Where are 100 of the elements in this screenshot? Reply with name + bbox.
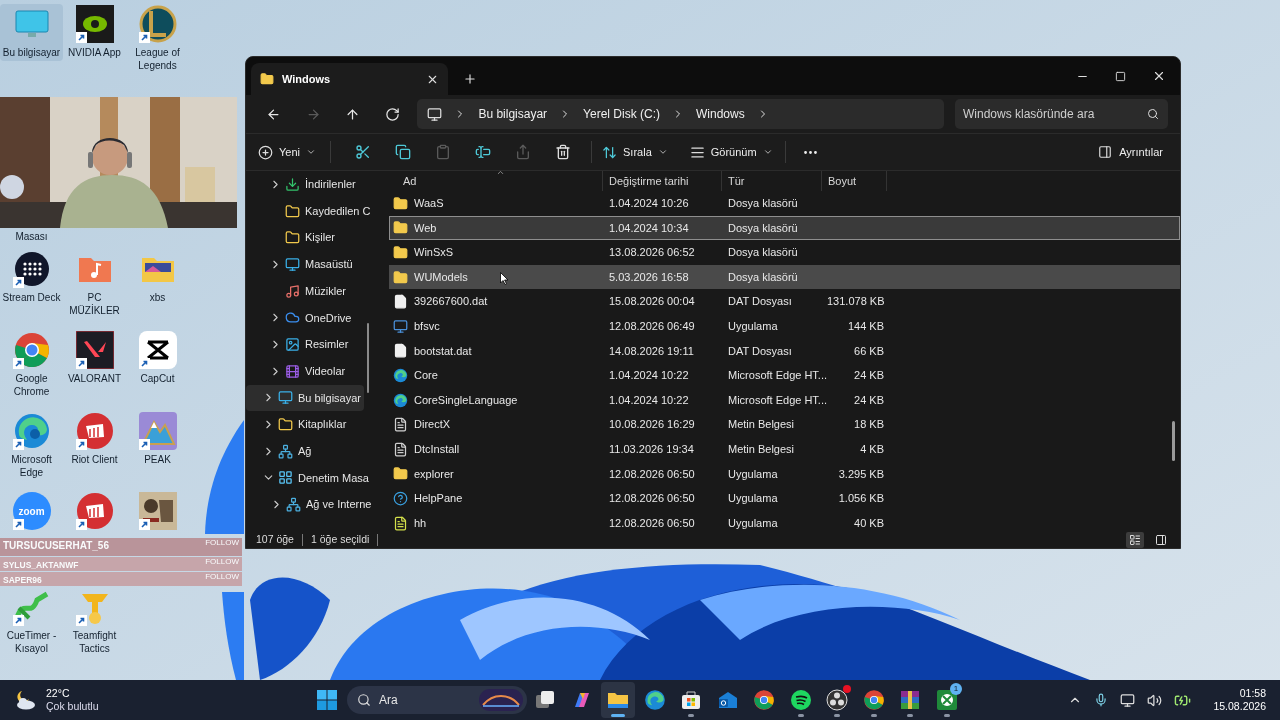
details-pane-button[interactable]: Ayrıntılar [1098, 137, 1163, 167]
clock[interactable]: 01:58 15.08.2026 [1213, 687, 1266, 713]
desktop-icon[interactable]: CueTimer - Kısayol [0, 587, 63, 657]
file-row[interactable]: DirectX 10.08.2026 16:29 Metin Belgesi 18 KB [389, 412, 1180, 437]
file-name: DirectX [414, 417, 451, 433]
file-row[interactable]: Core 1.04.2024 10:22 Microsoft Edge HT... 24 KB [389, 363, 1180, 388]
file-row[interactable]: CoreSingleLanguage 1.04.2024 10:22 Microsoft Edge HT... 24 KB [389, 387, 1180, 413]
desktop-icon[interactable]: Stream Deck [0, 249, 63, 306]
taskbar-button[interactable] [601, 682, 636, 718]
desktop-icon-label: Stream Deck [2, 291, 61, 304]
edge-icon [393, 392, 408, 408]
file-row[interactable]: DtcInstall 11.03.2026 19:34 Metin Belgesi 4 KB [389, 436, 1180, 462]
file-row[interactable]: WaaS 1.04.2024 10:26 Dosya klasörü [389, 191, 1180, 216]
running-indicator [907, 714, 914, 717]
type-cell-text: DAT Dosyası [727, 294, 793, 310]
scrollbar-thumb[interactable] [1172, 421, 1175, 461]
size-cell-text: 131.078 KB [826, 294, 886, 310]
new-tab-icon[interactable] [463, 72, 477, 86]
clock-date: 15.08.2026 [1213, 700, 1266, 713]
address-bar[interactable]: Bu bilgisayar Yerel Disk (C:) Windows [417, 99, 944, 129]
desktop-icon[interactable]: VALORANT [63, 330, 126, 387]
breadcrumb-item[interactable]: Bu bilgisayar [478, 105, 548, 123]
control-panel-icon [278, 470, 293, 486]
nav-item[interactable]: Denetim Masa [246, 464, 372, 492]
nav-item[interactable]: Kitaplıklar [246, 411, 350, 438]
game-logo-icon [935, 689, 958, 711]
desktop-icon[interactable]: PEAK [126, 411, 189, 468]
new-button[interactable]: Yeni [256, 137, 318, 167]
column-header[interactable]: Değiştirme tarihi [603, 171, 722, 191]
column-header[interactable]: Ad [389, 171, 603, 191]
file-row[interactable]: bootstat.dat 14.08.2026 19:11 DAT Dosyası 66 KB [389, 338, 1180, 364]
desktop-icon[interactable]: Teamfight Tactics [63, 587, 126, 657]
nav-item[interactable]: Masaüstü [246, 251, 356, 278]
chrome-icon [753, 689, 776, 711]
type-cell-text: Dosya klasörü [727, 269, 799, 285]
emblem-icon [138, 5, 177, 43]
network-icon [278, 443, 293, 459]
microphone-icon[interactable] [1094, 693, 1109, 707]
task-view-icon [534, 689, 557, 711]
desktop-icon[interactable]: Riot Client [63, 411, 126, 468]
search-field[interactable]: Windows klasöründe ara [954, 99, 1168, 129]
volume-icon[interactable] [1147, 692, 1163, 708]
desktop-icon[interactable]: Bu bilgisayar [0, 4, 63, 61]
nav-item[interactable]: Bu bilgisayar [246, 384, 364, 412]
weather-condition: Çok bulutlu [46, 700, 99, 713]
record-logo-icon [826, 689, 849, 711]
desktop-icon[interactable]: League of Legends [126, 4, 189, 74]
folder-icon [393, 220, 408, 236]
nav-item[interactable]: Videolar [246, 357, 349, 385]
network-icon[interactable] [1120, 692, 1136, 708]
tab[interactable]: Windows [251, 63, 448, 95]
maximize-icon[interactable] [1115, 70, 1126, 82]
file-row[interactable]: Web 1.04.2024 10:34 Dosya klasörü [389, 215, 1180, 241]
file-row[interactable]: explorer 12.08.2026 06:50 Uygulama 3.295 KB [389, 461, 1180, 487]
desktop-icon-label: Google Chrome [12, 372, 51, 398]
file-icon [393, 343, 408, 359]
books-icon [899, 689, 922, 711]
scrollbar-thumb[interactable] [367, 323, 369, 393]
dot-grid-icon [12, 250, 51, 288]
desktop-icon[interactable]: Microsoft Edge [0, 411, 63, 481]
breadcrumb-item[interactable]: Windows [696, 105, 745, 123]
running-indicator [834, 714, 841, 717]
follower-name: TURSUCUSERHAT_56 [3, 539, 109, 553]
desktop-icon[interactable]: NVIDIA App [63, 4, 126, 61]
desktop-icon[interactable]: Google Chrome [0, 330, 63, 400]
size-cell-text: 1.056 KB [837, 491, 885, 507]
sort-button[interactable]: Sırala [602, 137, 668, 167]
file-row[interactable]: hh 12.08.2026 06:50 Uygulama 40 KB [389, 510, 1180, 532]
size-cell-text: 40 KB [853, 515, 885, 531]
nav-item[interactable]: Müzikler [246, 277, 349, 305]
close-icon[interactable] [1152, 69, 1166, 83]
file-row[interactable]: 392667600.dat 15.08.2026 00:04 DAT Dosyası 131.078 KB [389, 289, 1180, 314]
nav-item[interactable]: OneDrive [246, 304, 355, 332]
view-button[interactable]: Görünüm [689, 137, 773, 167]
file-row[interactable]: WinSxS 13.08.2026 06:52 Dosya klasörü [389, 240, 1180, 265]
refresh-icon[interactable] [385, 106, 401, 122]
details-view-button[interactable] [1126, 532, 1144, 548]
back-icon[interactable] [266, 106, 282, 122]
column-header[interactable]: Boyut [822, 171, 887, 191]
nav-item[interactable]: Resimler [246, 331, 352, 358]
search-icon[interactable] [1146, 108, 1159, 120]
file-row[interactable]: WUModels 5.03.2026 16:58 Dosya klasörü [389, 264, 1180, 290]
desktop-icon-label: xbs [149, 291, 166, 304]
file-name: WinSxS [414, 245, 454, 261]
nav-item[interactable]: Kişiler [246, 224, 338, 252]
desktop-icon[interactable]: xbs [126, 249, 189, 306]
nav-item[interactable]: Ağ [246, 437, 315, 465]
nav-item[interactable]: İndirilenler [246, 171, 359, 198]
running-indicator [870, 714, 877, 717]
column-header[interactable]: Tür [722, 171, 822, 191]
file-row[interactable]: bfsvc 12.08.2026 06:49 Uygulama 144 KB [389, 313, 1180, 339]
up-icon[interactable] [345, 106, 361, 122]
file-row[interactable]: HelpPane 12.08.2026 06:50 Uygulama 1.056 KB [389, 486, 1180, 511]
date-cell-text: 15.08.2026 00:04 [608, 294, 696, 310]
desktop-icon[interactable]: CapCut [126, 330, 189, 387]
desktop-icon[interactable]: PC MÜZİKLER [63, 249, 126, 319]
nav-item[interactable]: Ağ ve Interne [246, 491, 375, 518]
nav-item[interactable]: Kaydedilen C [246, 197, 374, 225]
file-icon [393, 294, 408, 310]
breadcrumb-item[interactable]: Yerel Disk (C:) [583, 105, 660, 123]
